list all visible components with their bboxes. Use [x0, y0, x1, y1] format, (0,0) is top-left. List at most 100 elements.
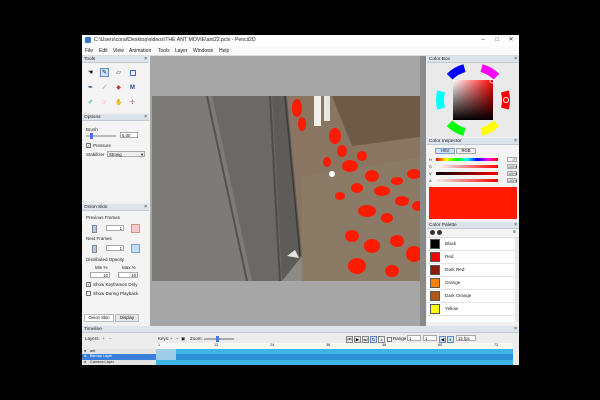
volume-icon[interactable]: ◀ [439, 336, 446, 343]
range-to-field[interactable]: 1 [423, 335, 437, 341]
brush-icon[interactable]: ✐ [86, 98, 95, 107]
distributed-opacity-label: Distributed Opacity [86, 257, 125, 262]
maximize-button[interactable]: □ [491, 36, 503, 45]
slider-handle[interactable] [90, 133, 93, 139]
play-button[interactable]: ▶ [354, 336, 361, 343]
remove-layer-icon[interactable]: − [109, 336, 112, 341]
next-frames-toggle-icon[interactable] [92, 245, 97, 253]
menu-animation[interactable]: Animation [129, 48, 151, 54]
zoom-label: Zoom: [190, 336, 203, 341]
add-layer-icon[interactable]: + [102, 336, 105, 341]
menu-file[interactable]: File [85, 48, 93, 54]
hand-icon[interactable]: ✋ [114, 98, 123, 107]
min-opacity-field[interactable]: 10 [90, 272, 110, 278]
zoom-slider[interactable] [204, 336, 234, 342]
menu-tools[interactable]: Tools [158, 48, 170, 54]
palette-item[interactable]: Dark Red [427, 264, 515, 277]
tab-hsv[interactable]: HSV [435, 148, 455, 154]
eyedropper-icon[interactable]: ⟋ [100, 83, 109, 92]
palette-item[interactable]: Black [427, 238, 515, 251]
panel-close-icon[interactable]: × [514, 56, 517, 63]
color-box-header: Color Box × [427, 56, 519, 63]
skip-end-icon[interactable]: ⏭ [362, 336, 369, 343]
brush-slider[interactable] [86, 133, 116, 139]
visibility-icon[interactable]: ● [84, 354, 86, 358]
close-button[interactable]: ✕ [505, 36, 517, 45]
panel-close-icon[interactable]: × [514, 326, 517, 333]
pen-icon[interactable]: ✒ [86, 83, 95, 92]
palette-color-name: Dark Orange [445, 293, 472, 298]
menu-edit[interactable]: Edit [99, 48, 108, 54]
brush-size-field[interactable]: 6.00 [120, 132, 138, 138]
pressure-checkbox[interactable]: ✓ [86, 143, 91, 148]
move-icon[interactable]: ✢ [128, 98, 137, 107]
visibility-icon[interactable]: ● [84, 360, 86, 364]
remove-key-icon[interactable]: − [176, 336, 179, 341]
hue-slider[interactable] [436, 158, 498, 161]
previous-color-button[interactable] [131, 224, 140, 233]
palette-menu-icon[interactable]: ≡ [513, 229, 516, 235]
eraser-icon[interactable]: ▱ [114, 68, 123, 77]
panel-close-icon[interactable]: × [144, 56, 147, 63]
pointer-icon[interactable]: ☚ [86, 68, 95, 77]
skip-start-icon[interactable]: ⏮ [346, 336, 353, 343]
max-opacity-field[interactable]: 40 [118, 272, 138, 278]
panel-close-icon[interactable]: × [514, 222, 517, 229]
palette-scrollbar[interactable] [515, 238, 519, 322]
palette-item[interactable]: Dark Orange [427, 290, 515, 303]
color-wheel[interactable] [427, 63, 519, 137]
menu-windows[interactable]: Windows [193, 48, 213, 54]
add-color-icon[interactable] [430, 230, 435, 235]
menu-help[interactable]: Help [219, 48, 229, 54]
palette-item[interactable]: Orange [427, 277, 515, 290]
pencil-icon[interactable]: ✎ [100, 68, 109, 77]
menu-layer[interactable]: Layer [175, 48, 188, 54]
menu-view[interactable]: View [113, 48, 124, 54]
tab-display[interactable]: Display [115, 314, 139, 322]
value-slider[interactable] [436, 172, 498, 175]
previous-frames-toggle-icon[interactable] [92, 225, 97, 233]
palette-item[interactable]: Yellow [427, 303, 515, 316]
stabilizer-select[interactable]: Strong ▾ [107, 151, 145, 157]
select-icon[interactable] [128, 68, 137, 77]
drawing-canvas[interactable] [150, 56, 426, 326]
timeline-tracks[interactable] [156, 349, 513, 365]
next-frames-field[interactable]: 1 [106, 245, 124, 251]
alpha-slider[interactable] [436, 179, 498, 182]
palette-item[interactable]: Red [427, 251, 515, 264]
polyline-icon[interactable]: M [128, 83, 137, 92]
panel-close-icon[interactable]: × [144, 114, 147, 121]
panel-close-icon[interactable]: × [514, 138, 517, 145]
previous-frames-field[interactable]: 1 [106, 225, 124, 231]
minimize-button[interactable]: – [477, 36, 489, 45]
sound-icon[interactable]: ♪ [378, 336, 385, 343]
visibility-icon[interactable]: ● [84, 349, 86, 353]
during-playback-checkbox[interactable] [86, 291, 91, 296]
keyframes-only-checkbox[interactable]: ✓ [86, 282, 91, 287]
add-key-icon[interactable]: + [170, 336, 173, 341]
remove-color-icon[interactable] [437, 230, 442, 235]
onion-prev-icon[interactable]: ◐ [447, 336, 454, 343]
value-value[interactable]: 100% [507, 171, 517, 176]
keyframe-block[interactable] [156, 349, 176, 360]
alpha-value[interactable]: 100% [507, 178, 517, 183]
saturation-value[interactable]: 100% [507, 164, 517, 169]
smudge-icon[interactable]: ☞ [100, 98, 109, 107]
fps-field[interactable]: 12 fps [456, 335, 476, 341]
slider-handle[interactable] [216, 336, 219, 342]
range-checkbox[interactable] [387, 337, 392, 342]
hue-value[interactable]: 0° [507, 157, 517, 162]
range-from-field[interactable]: 1 [407, 335, 421, 341]
track-row[interactable] [156, 360, 513, 365]
bucket-icon[interactable]: ◆ [114, 83, 123, 92]
layer-row[interactable]: ● Camera Layer [82, 360, 156, 365]
tab-rgb[interactable]: RGB [456, 148, 476, 154]
panel-close-icon[interactable]: × [144, 204, 147, 211]
loop-button[interactable]: ↻ [370, 336, 377, 343]
next-color-button[interactable] [131, 244, 140, 253]
duplicate-key-icon[interactable]: ▣ [181, 336, 185, 342]
saturation-slider[interactable] [436, 165, 498, 168]
canvas-scrollbar[interactable] [420, 56, 426, 326]
tab-onion-skin[interactable]: Onion Skin [84, 314, 114, 322]
color-inspector-panel: HSV RGB H 0° S 100% V 100% A 100% [427, 145, 519, 221]
